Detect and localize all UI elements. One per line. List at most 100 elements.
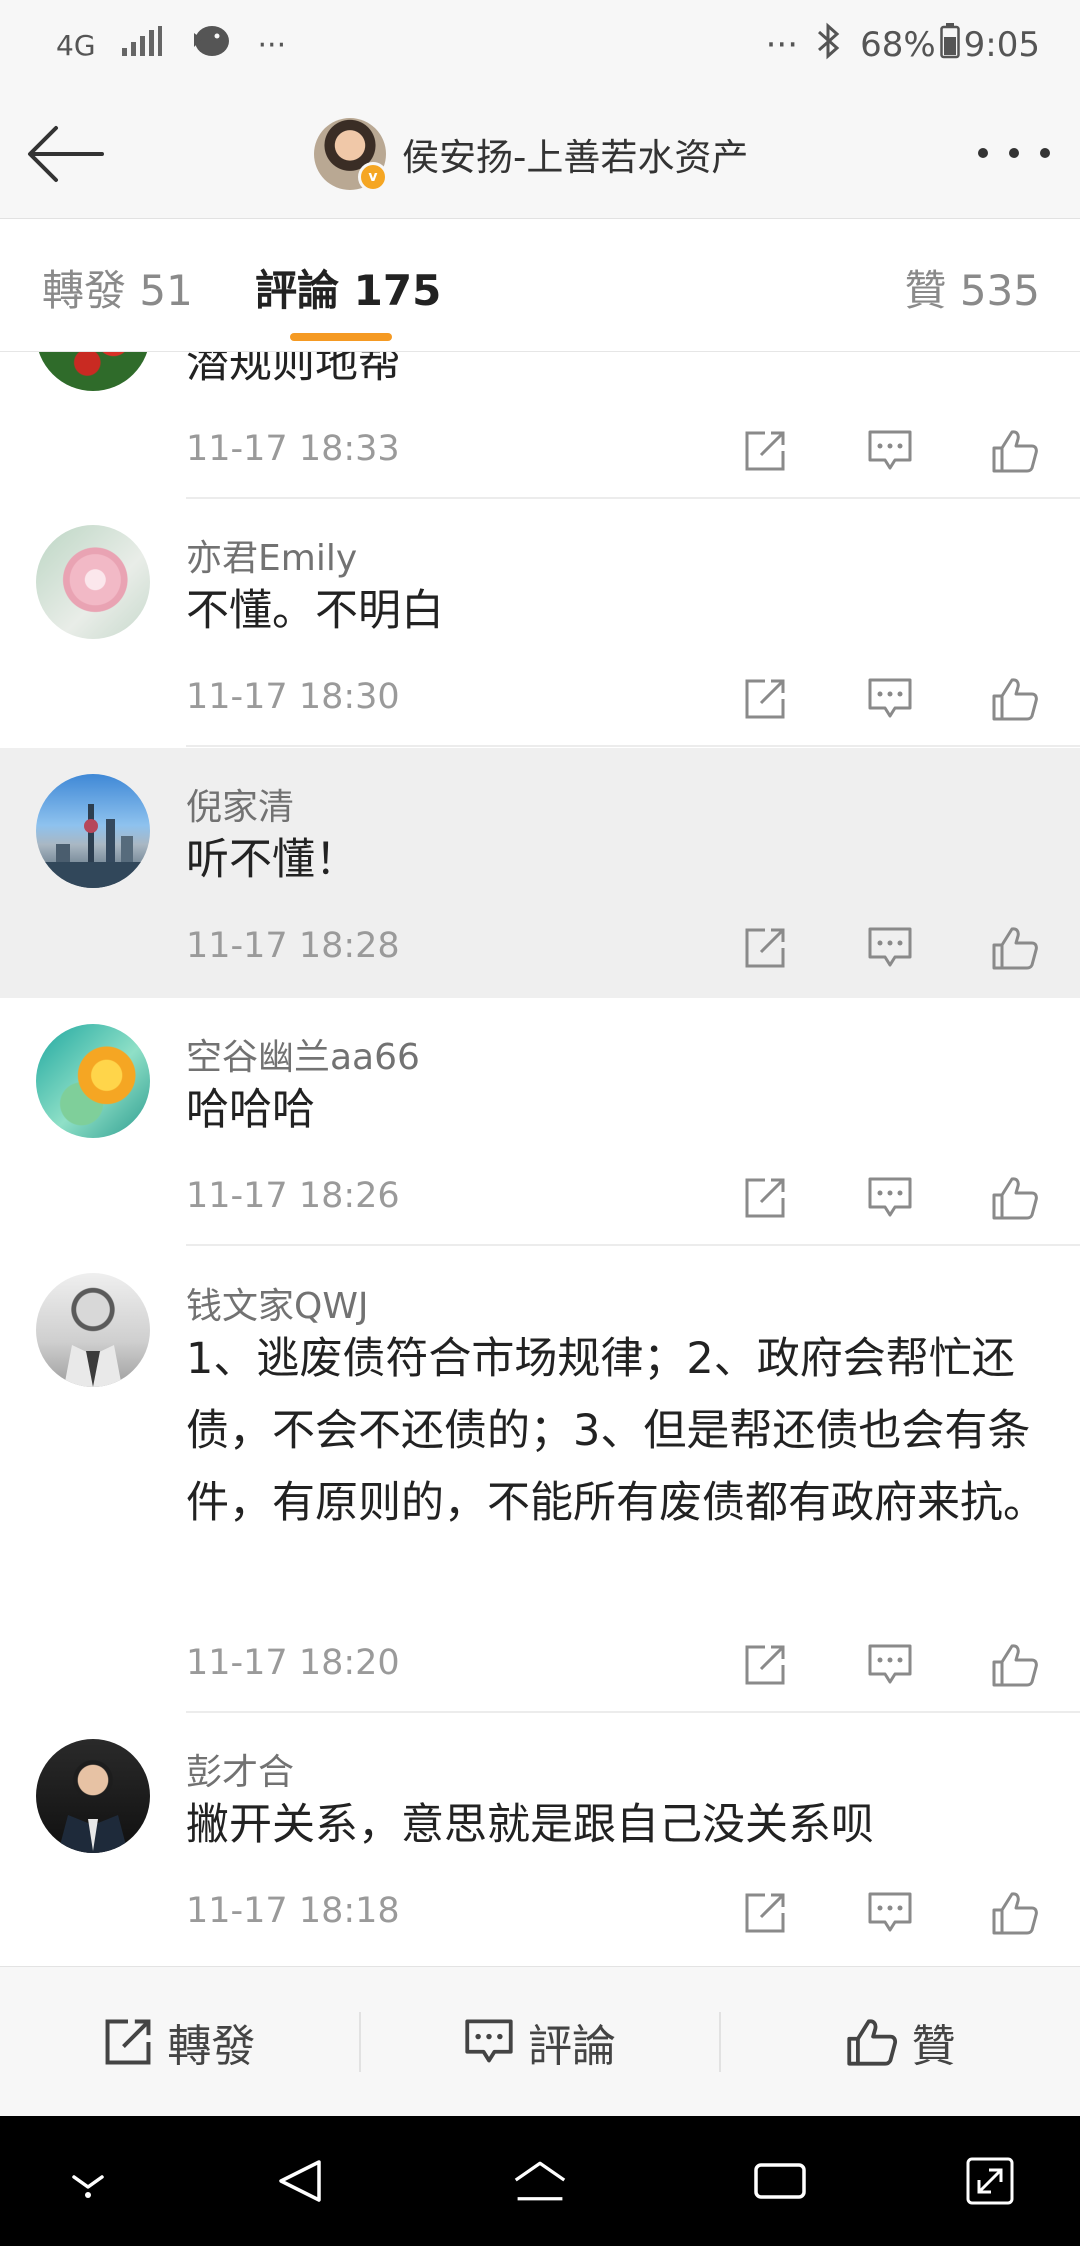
thumbs-up-icon[interactable] <box>990 1640 1040 1690</box>
commenter-name[interactable]: 倪家清 <box>186 778 294 830</box>
comment-icon[interactable] <box>865 426 915 476</box>
tab-count: 175 <box>353 266 442 315</box>
avatar[interactable] <box>36 352 150 391</box>
bluetooth-icon <box>816 22 842 69</box>
author-header[interactable]: v 侯安扬-上善若水资产 <box>314 116 748 192</box>
commenter-name[interactable]: 亦君Emily <box>186 529 357 581</box>
divider <box>186 1244 1080 1246</box>
dot-icon <box>1009 148 1019 158</box>
comment-actions <box>740 671 1040 727</box>
comment-time: 11-17 18:28 <box>186 926 400 966</box>
comment-item[interactable]: 潜规则地帮 11-17 18:33 <box>0 352 1080 499</box>
back-nav-icon[interactable] <box>272 2153 328 2209</box>
comment-icon[interactable] <box>865 674 915 724</box>
home-icon[interactable] <box>512 2153 568 2209</box>
thumbs-up-icon[interactable] <box>990 1173 1040 1223</box>
comment-icon <box>465 2019 513 2063</box>
thumbs-up-icon <box>847 2019 897 2066</box>
comment-item[interactable]: 亦君Emily 不懂。不明白 11-17 18:30 <box>0 499 1080 747</box>
thumbs-up-icon[interactable] <box>990 426 1040 476</box>
author-name[interactable]: 侯安扬-上善若水资产 <box>402 127 748 181</box>
share-icon[interactable] <box>740 923 790 973</box>
comment-time: 11-17 18:30 <box>186 677 400 717</box>
battery-percent: 68% <box>860 25 936 65</box>
tab-count: 51 <box>139 266 193 315</box>
thumbs-up-icon[interactable] <box>990 1888 1040 1938</box>
tab-likes[interactable]: 贊 535 <box>904 257 1040 318</box>
avatar[interactable] <box>36 1739 150 1853</box>
active-tab-indicator <box>290 333 392 341</box>
comment-text: 听不懂！ <box>186 835 358 885</box>
more-options-button[interactable] <box>978 130 1050 176</box>
share-icon[interactable] <box>740 674 790 724</box>
comment-item[interactable]: 彭才合 撇开关系，意思就是跟自己没关系呗 11-17 18:18 <box>0 1713 1080 1966</box>
back-button[interactable] <box>26 118 106 190</box>
more-status: ··· <box>765 25 799 65</box>
comment-actions <box>740 1170 1040 1226</box>
avatar[interactable] <box>36 1273 150 1387</box>
comment-text: 潜规则地帮 <box>186 352 401 388</box>
comment-icon[interactable] <box>865 1173 915 1223</box>
comment-actions <box>740 1637 1040 1693</box>
comment-time: 11-17 18:20 <box>186 1643 400 1683</box>
share-icon[interactable] <box>740 1888 790 1938</box>
clock: 9:05 <box>963 25 1040 65</box>
comment-button[interactable]: 評論 <box>361 1967 720 2117</box>
tab-label: 轉發 <box>42 266 127 315</box>
tab-label: 評論 <box>255 266 340 315</box>
tab-reposts[interactable]: 轉發 51 <box>42 257 193 318</box>
repost-button[interactable]: 轉發 <box>0 1967 359 2117</box>
share-icon[interactable] <box>740 1640 790 1690</box>
like-button[interactable]: 贊 <box>721 1967 1080 2117</box>
bottom-action-bar: 轉發 評論 贊 <box>0 1966 1080 2117</box>
arrow-left-icon <box>28 126 104 182</box>
hide-keyboard-icon[interactable] <box>60 2153 116 2209</box>
comment-icon[interactable] <box>865 1888 915 1938</box>
commenter-name[interactable]: 钱文家QWJ <box>186 1277 369 1329</box>
dot-icon <box>1040 148 1050 158</box>
comment-time: 11-17 18:33 <box>186 429 400 469</box>
avatar[interactable] <box>36 525 150 639</box>
comment-actions <box>740 1885 1040 1941</box>
avatar[interactable] <box>36 1024 150 1138</box>
thumbs-up-icon[interactable] <box>990 674 1040 724</box>
comment-icon[interactable] <box>865 1640 915 1690</box>
comment-item[interactable]: 倪家清 听不懂！ 11-17 18:28 <box>0 748 1080 998</box>
top-nav-bar: v 侯安扬-上善若水资产 <box>0 90 1080 219</box>
thumbs-up-icon[interactable] <box>990 923 1040 973</box>
commenter-name[interactable]: 空谷幽兰aa66 <box>186 1028 420 1080</box>
comment-item[interactable]: 钱文家QWJ 1、逃废债符合市场规律；2、政府会帮忙还债，不会不还债的；3、但是… <box>0 1247 1080 1713</box>
commenter-name[interactable]: 彭才合 <box>186 1743 294 1795</box>
share-icon[interactable] <box>740 426 790 476</box>
comment-text: 撇开关系，意思就是跟自己没关系呗 <box>186 1800 874 1850</box>
comment-time: 11-17 18:26 <box>186 1176 400 1216</box>
author-avatar[interactable]: v <box>314 118 388 192</box>
tab-comments[interactable]: 評論 175 <box>255 257 441 318</box>
avatar[interactable] <box>36 774 150 888</box>
divider <box>186 745 1080 747</box>
network-type: 4G <box>56 28 96 62</box>
comment-list[interactable]: 潜规则地帮 11-17 18:33 亦君Emily 不懂。不明白 11-17 1… <box>0 352 1080 1966</box>
share-icon[interactable] <box>740 1173 790 1223</box>
person-icon <box>64 1345 122 1387</box>
tab-bar: 轉發 51 評論 175 贊 535 <box>0 219 1080 352</box>
repost-label: 轉發 <box>167 2021 256 2072</box>
like-label: 贊 <box>911 2021 956 2072</box>
recent-apps-icon[interactable] <box>752 2153 808 2209</box>
battery-icon <box>939 22 960 68</box>
expand-icon[interactable] <box>962 2153 1018 2209</box>
status-bar: 4G ··· ··· 68% 9:05 <box>0 0 1080 90</box>
comment-item[interactable]: 空谷幽兰aa66 哈哈哈 11-17 18:26 <box>0 998 1080 1246</box>
comment-label: 評論 <box>528 2021 616 2072</box>
tab-count: 535 <box>959 266 1040 315</box>
comment-time: 11-17 18:18 <box>186 1891 400 1931</box>
comment-icon[interactable] <box>865 923 915 973</box>
share-icon <box>105 2019 151 2065</box>
system-navigation-bar <box>0 2116 1080 2246</box>
verified-badge-icon: v <box>358 162 388 192</box>
tab-label: 贊 <box>904 266 947 315</box>
skyline-icon <box>36 804 150 888</box>
comment-text: 1、逃废债符合市场规律；2、政府会帮忙还债，不会不还债的；3、但是帮还债也会有条… <box>186 1334 1046 1528</box>
comment-actions <box>740 423 1040 479</box>
person-icon <box>58 1815 128 1853</box>
